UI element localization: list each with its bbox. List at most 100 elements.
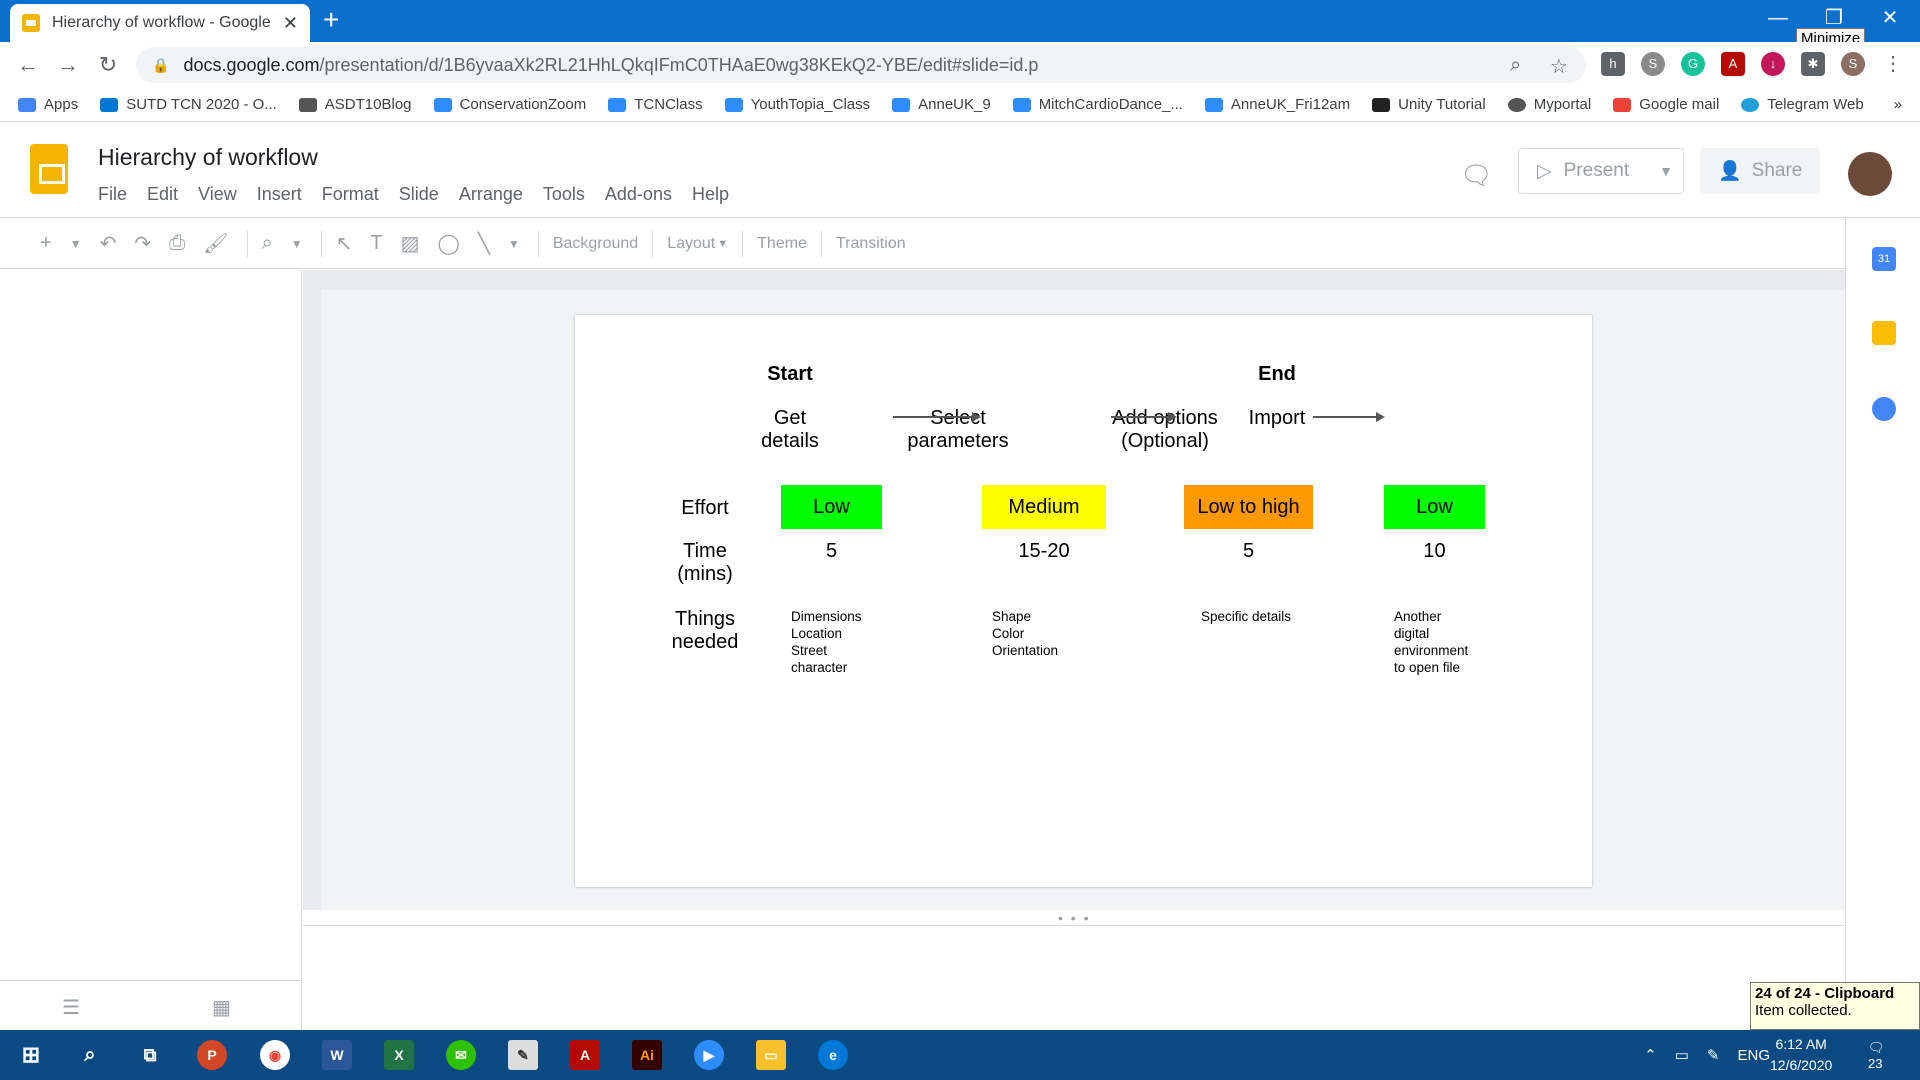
acrobat-icon[interactable]: A [1721, 52, 1745, 76]
file-explorer-icon[interactable]: ▭ [756, 1040, 786, 1070]
edge-icon[interactable]: e [818, 1040, 848, 1070]
step-get-details[interactable]: Get details [725, 407, 855, 453]
image-icon[interactable]: ▨ [401, 231, 420, 256]
menu-format[interactable]: Format [322, 184, 379, 205]
bookmark-telegram[interactable]: Telegram Web [1741, 96, 1864, 113]
tasks-icon[interactable] [1872, 397, 1896, 421]
comment-icon[interactable]: 🗨 [1460, 160, 1493, 191]
grammarly-icon[interactable]: G [1681, 52, 1705, 76]
print-icon[interactable]: ⎙ [169, 232, 185, 255]
new-slide-icon[interactable]: + [40, 232, 52, 255]
zoom-app-icon[interactable]: ▶ [694, 1040, 724, 1070]
acrobat-taskbar-icon[interactable]: A [570, 1040, 600, 1070]
powerpoint-icon[interactable]: P [197, 1040, 227, 1070]
new-slide-dropdown-icon[interactable]: ▼ [70, 237, 82, 251]
things-needed-row-label[interactable]: Things needed [660, 608, 750, 654]
effort-row-label[interactable]: Effort [670, 497, 740, 520]
redo-icon[interactable]: ↷ [134, 231, 151, 256]
windows-start-icon[interactable]: ⊞ [16, 1040, 46, 1070]
chrome-icon[interactable]: ◉ [260, 1040, 290, 1070]
step-import[interactable]: Import [1227, 407, 1327, 430]
menu-tools[interactable]: Tools [543, 184, 585, 205]
bookmark-anneuk9[interactable]: AnneUK_9 [892, 96, 991, 113]
profile-avatar-icon[interactable]: S [1841, 52, 1865, 76]
bookmark-anneuk-fri[interactable]: AnneUK_Fri12am [1204, 96, 1350, 113]
browser-menu-icon[interactable]: ⋮ [1881, 52, 1905, 76]
time-row-label[interactable]: Time (mins) [670, 540, 740, 586]
slide[interactable]: Start End Get details Select parameters … [575, 315, 1592, 887]
url-text[interactable]: docs.google.com/presentation/d/1B6yvaaXk… [183, 55, 1038, 76]
time-value-import[interactable]: 10 [1384, 540, 1485, 563]
zoom-icon[interactable]: ⌕ [262, 232, 273, 255]
notification-center[interactable]: 🗨 23 [1868, 1040, 1900, 1071]
forward-icon[interactable]: → [48, 52, 88, 78]
time-value-select-parameters[interactable]: 15-20 [982, 540, 1106, 563]
effort-box-select-parameters[interactable]: Medium [982, 485, 1106, 529]
arrow-connector[interactable] [1313, 412, 1385, 422]
start-label[interactable]: Start [740, 363, 840, 386]
notes-resize-handle[interactable]: • • • [1058, 910, 1090, 926]
close-tab-icon[interactable]: ✕ [283, 13, 298, 34]
bookmarks-overflow-icon[interactable]: » [1894, 96, 1902, 113]
menu-edit[interactable]: Edit [147, 184, 178, 205]
battery-icon[interactable]: ▭ [1675, 1046, 1689, 1064]
menu-insert[interactable]: Insert [257, 184, 302, 205]
slide-filmstrip[interactable] [0, 270, 302, 1030]
end-label[interactable]: End [1227, 363, 1327, 386]
extension-s-icon[interactable]: S [1641, 52, 1665, 76]
new-tab-button[interactable]: + [323, 6, 339, 34]
undo-icon[interactable]: ↶ [100, 231, 117, 256]
calendar-icon[interactable]: 31 [1872, 247, 1896, 271]
things-select-parameters[interactable]: Shape Color Orientation [992, 608, 1058, 659]
word-icon[interactable]: W [322, 1040, 352, 1070]
arrow-connector[interactable] [1111, 412, 1177, 422]
share-button[interactable]: 👤 Share [1700, 148, 1820, 194]
transition-button[interactable]: Transition [836, 235, 906, 253]
search-icon[interactable]: ⌕ [75, 1040, 105, 1070]
account-avatar[interactable] [1848, 152, 1892, 196]
bookmark-myportal[interactable]: Myportal [1507, 96, 1591, 113]
time-value-get-details[interactable]: 5 [781, 540, 882, 563]
select-cursor-icon[interactable]: ↖ [336, 231, 353, 256]
layout-button[interactable]: Layout [667, 235, 715, 253]
bookmark-sutd[interactable]: SUTD TCN 2020 - O... [100, 96, 277, 113]
step-select-parameters[interactable]: Select parameters [893, 407, 1023, 453]
wechat-icon[interactable]: ✉ [446, 1040, 476, 1070]
time-value-add-options[interactable]: 5 [1184, 540, 1313, 563]
things-add-options[interactable]: Specific details [1201, 608, 1291, 625]
bookmark-unity[interactable]: Unity Tutorial [1372, 96, 1486, 113]
bookmark-gmail[interactable]: Google mail [1613, 96, 1719, 113]
clock[interactable]: 6:12 AM 12/6/2020 [1770, 1034, 1832, 1076]
inkscape-icon[interactable]: ✎ [508, 1040, 538, 1070]
effort-box-import[interactable]: Low [1384, 485, 1485, 529]
zoom-dropdown-icon[interactable]: ▼ [291, 237, 303, 251]
illustrator-icon[interactable]: Ai [632, 1040, 662, 1070]
excel-icon[interactable]: X [384, 1040, 414, 1070]
arrow-connector[interactable] [893, 412, 981, 422]
browser-tab[interactable]: Hierarchy of workflow - Google S ✕ [10, 4, 310, 42]
bookmark-mitchcardio[interactable]: MitchCardioDance_... [1012, 96, 1183, 113]
bookmark-apps[interactable]: Apps [18, 96, 78, 113]
speaker-notes[interactable] [303, 925, 1845, 1030]
present-button[interactable]: ▷ Present ▼ [1518, 148, 1684, 194]
menu-slide[interactable]: Slide [399, 184, 439, 205]
show-hidden-icons-icon[interactable]: ⌃ [1644, 1046, 1657, 1064]
menu-addons[interactable]: Add-ons [605, 184, 672, 205]
bookmark-tcnclass[interactable]: TCNClass [608, 96, 703, 113]
zoom-icon[interactable]: ⌕ [1510, 54, 1521, 77]
back-icon[interactable]: ← [8, 52, 48, 78]
reload-icon[interactable]: ↻ [88, 52, 128, 78]
extension-h-icon[interactable]: h [1601, 52, 1625, 76]
document-title[interactable]: Hierarchy of workflow [98, 144, 318, 171]
pen-icon[interactable]: ✎ [1707, 1046, 1720, 1064]
present-dropdown-icon[interactable]: ▼ [1659, 163, 1673, 179]
shape-icon[interactable]: ◯ [437, 231, 459, 256]
close-window-button[interactable]: ✕ [1862, 0, 1918, 38]
layout-dropdown-icon[interactable]: ▼ [717, 238, 728, 250]
menu-view[interactable]: View [198, 184, 237, 205]
text-box-icon[interactable]: T [370, 232, 382, 255]
clipboard-notification[interactable]: 24 of 24 - Clipboard Item collected. [1750, 982, 1920, 1030]
menu-file[interactable]: File [98, 184, 127, 205]
bookmark-youthtopia[interactable]: YouthTopia_Class [724, 96, 870, 113]
line-icon[interactable]: ╲ [478, 231, 490, 256]
